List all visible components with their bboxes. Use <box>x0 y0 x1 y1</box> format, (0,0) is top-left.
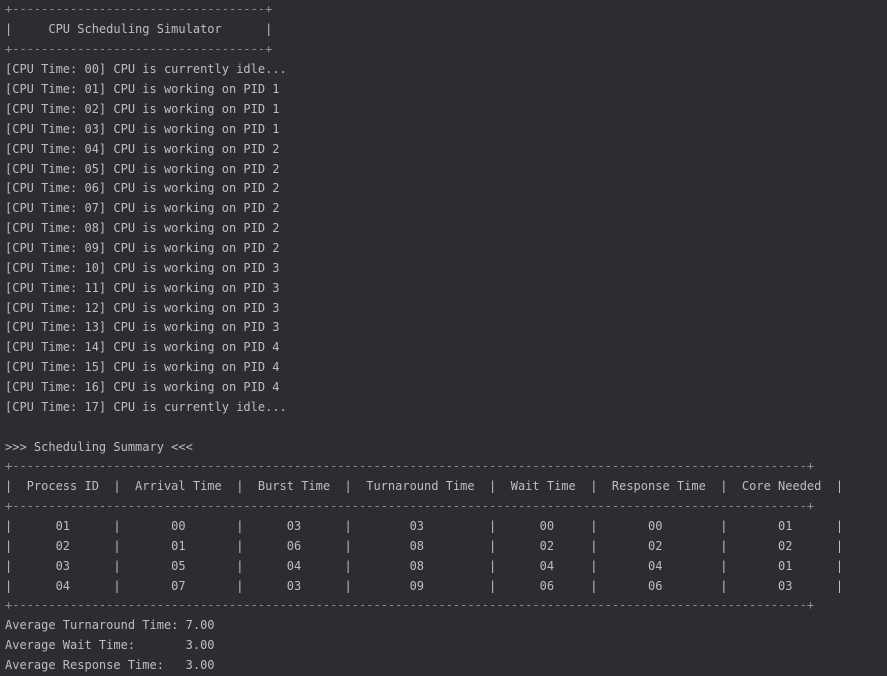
log-line: [CPU Time: 09] CPU is working on PID 2 <box>5 241 280 255</box>
log-line: [CPU Time: 01] CPU is working on PID 1 <box>5 82 280 96</box>
log-line: [CPU Time: 15] CPU is working on PID 4 <box>5 360 280 374</box>
table-row: | 03 | 05 | 04 | 08 | 04 | 04 | 01 | <box>5 559 844 573</box>
table-row: | 01 | 00 | 03 | 03 | 00 | 00 | 01 | <box>5 519 844 533</box>
log-line: [CPU Time: 11] CPU is working on PID 3 <box>5 281 280 295</box>
summary-header-row: | Process ID | Arrival Time | Burst Time… <box>5 479 844 493</box>
log-line: [CPU Time: 10] CPU is working on PID 3 <box>5 261 280 275</box>
table-row: | 02 | 01 | 06 | 08 | 02 | 02 | 02 | <box>5 539 844 553</box>
log-line: [CPU Time: 16] CPU is working on PID 4 <box>5 380 280 394</box>
average-wait: Average Wait Time: 3.00 <box>5 638 215 652</box>
log-line: [CPU Time: 03] CPU is working on PID 1 <box>5 122 280 136</box>
log-line: [CPU Time: 07] CPU is working on PID 2 <box>5 201 280 215</box>
average-response: Average Response Time: 3.00 <box>5 658 215 672</box>
log-line: [CPU Time: 05] CPU is working on PID 2 <box>5 162 280 176</box>
log-line: [CPU Time: 02] CPU is working on PID 1 <box>5 102 280 116</box>
console-output: +-----------------------------------+ | … <box>0 0 887 676</box>
log-line: [CPU Time: 04] CPU is working on PID 2 <box>5 142 280 156</box>
log-line: [CPU Time: 08] CPU is working on PID 2 <box>5 221 280 235</box>
log-line: [CPU Time: 13] CPU is working on PID 3 <box>5 320 280 334</box>
average-turnaround: Average Turnaround Time: 7.00 <box>5 618 215 632</box>
summary-border-top: +---------------------------------------… <box>5 459 815 473</box>
header-border-bottom: +-----------------------------------+ <box>5 42 273 56</box>
header-border-top: +-----------------------------------+ <box>5 2 273 16</box>
log-line: [CPU Time: 17] CPU is currently idle... <box>5 400 287 414</box>
log-line: [CPU Time: 12] CPU is working on PID 3 <box>5 301 280 315</box>
table-row: | 04 | 07 | 03 | 09 | 06 | 06 | 03 | <box>5 579 844 593</box>
summary-border-bottom: +---------------------------------------… <box>5 598 815 612</box>
log-line: [CPU Time: 06] CPU is working on PID 2 <box>5 181 280 195</box>
summary-border-mid: +---------------------------------------… <box>5 499 815 513</box>
summary-heading: >>> Scheduling Summary <<< <box>5 440 193 454</box>
log-line: [CPU Time: 14] CPU is working on PID 4 <box>5 340 280 354</box>
log-line: [CPU Time: 00] CPU is currently idle... <box>5 62 287 76</box>
simulator-title: | CPU Scheduling Simulator | <box>5 22 273 36</box>
